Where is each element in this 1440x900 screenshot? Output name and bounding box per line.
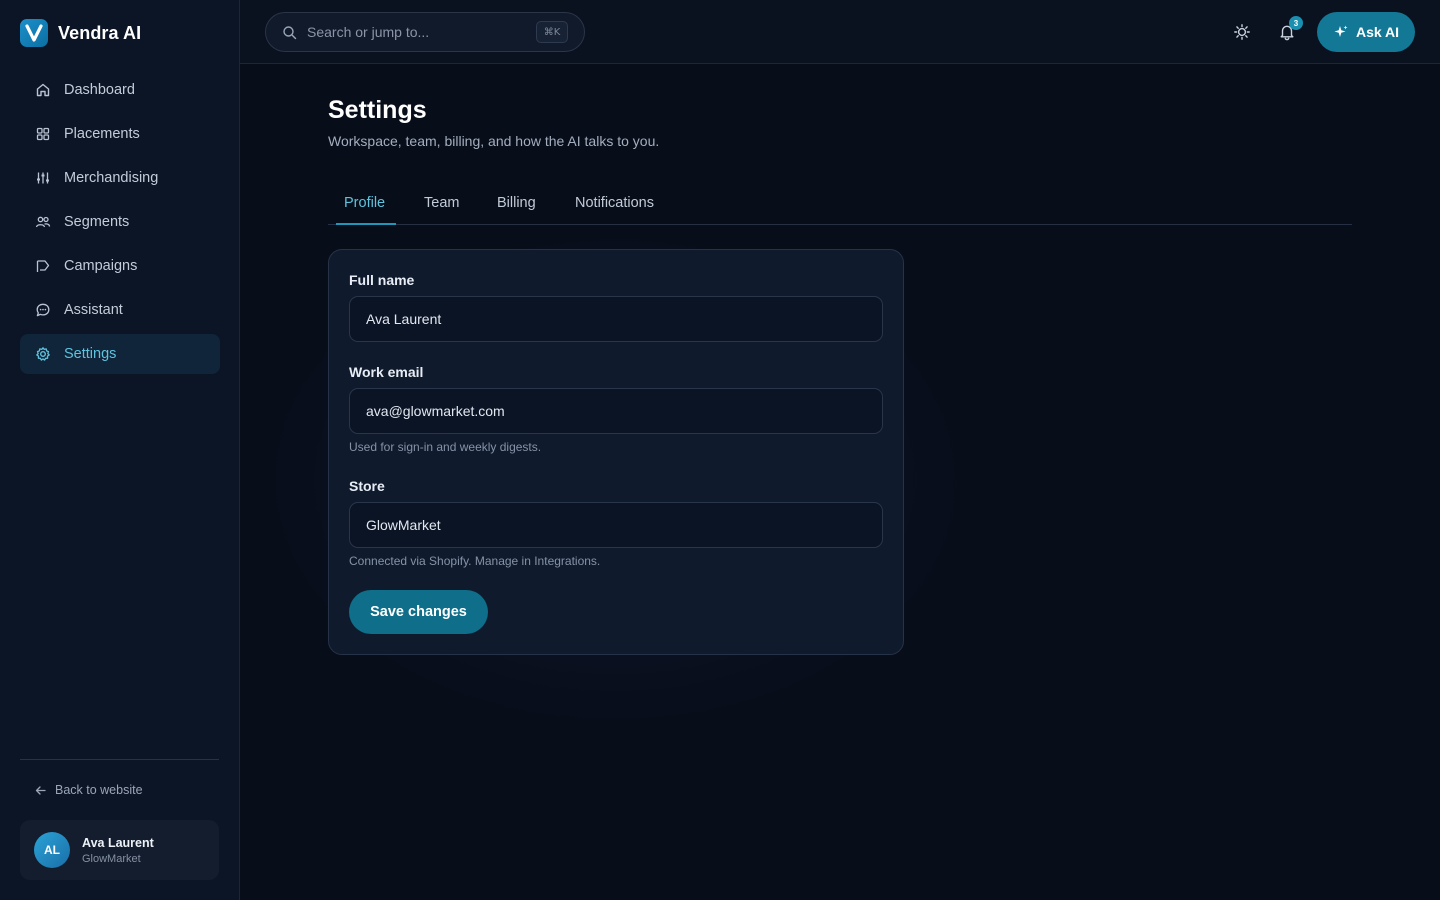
sidebar-item-label: Dashboard — [64, 82, 135, 98]
sidebar-item-assistant[interactable]: Assistant — [20, 290, 220, 330]
search-input[interactable]: Search or jump to... ⌘K — [265, 12, 585, 52]
arrow-left-icon — [34, 784, 47, 797]
work-email-help: Used for sign-in and weekly digests. — [349, 440, 542, 454]
sparkle-icon — [1333, 24, 1349, 40]
active-tab-indicator — [336, 223, 396, 225]
keyboard-shortcut-hint: ⌘K — [536, 21, 568, 43]
store-label: Store — [349, 478, 385, 494]
sidebar-item-label: Placements — [64, 126, 140, 142]
sidebar-item-campaigns[interactable]: Campaigns — [20, 246, 220, 286]
tab-team[interactable]: Team — [424, 186, 459, 225]
sidebar-item-segments[interactable]: Segments — [20, 202, 220, 242]
sun-icon — [1233, 23, 1251, 41]
sidebar-item-placements[interactable]: Placements — [20, 114, 220, 154]
tab-profile[interactable]: Profile — [344, 186, 385, 225]
ask-ai-button[interactable]: Ask AI — [1317, 12, 1415, 52]
topbar: Search or jump to... ⌘K 3 Ask AI — [240, 0, 1440, 64]
brand-logo-icon — [20, 19, 48, 47]
sidebar-item-merchandising[interactable]: Merchandising — [20, 158, 220, 198]
user-name: Ava Laurent — [82, 835, 154, 850]
user-store: GlowMarket — [82, 852, 141, 865]
sidebar-nav: Dashboard Placements Merchandising Segme… — [20, 70, 220, 378]
sidebar-item-dashboard[interactable]: Dashboard — [20, 70, 220, 110]
settings-tabs: Profile Team Billing Notifications — [328, 186, 1352, 225]
notification-count-badge: 3 — [1289, 16, 1303, 30]
full-name-label: Full name — [349, 272, 415, 288]
full-name-field[interactable]: Ava Laurent — [349, 296, 883, 342]
ask-ai-label: Ask AI — [1355, 24, 1400, 40]
notifications-button[interactable]: 3 — [1275, 16, 1303, 44]
sidebar-divider — [20, 759, 219, 760]
avatar: AL — [34, 832, 70, 868]
tab-billing[interactable]: Billing — [497, 186, 536, 225]
chat-icon — [34, 301, 52, 319]
sidebar-item-label: Merchandising — [64, 170, 159, 186]
sidebar-item-label: Assistant — [64, 302, 123, 318]
page-subtitle: Workspace, team, billing, and how the AI… — [328, 133, 660, 149]
page-title: Settings — [328, 96, 427, 124]
brand[interactable]: Vendra AI — [20, 19, 141, 47]
store-help: Connected via Shopify. Manage in Integra… — [349, 554, 601, 568]
gear-icon — [34, 345, 52, 363]
sidebar: Vendra AI Dashboard Placements Merchandi… — [0, 0, 240, 900]
save-changes-button[interactable]: Save changes — [349, 590, 488, 634]
brand-name: Vendra AI — [58, 22, 142, 43]
tab-notifications[interactable]: Notifications — [575, 186, 654, 225]
sidebar-item-label: Campaigns — [64, 258, 138, 274]
work-email-label: Work email — [349, 364, 424, 380]
search-placeholder: Search or jump to... — [307, 24, 430, 40]
home-icon — [34, 81, 52, 99]
user-card[interactable]: AL Ava Laurent GlowMarket — [20, 820, 219, 880]
store-field[interactable]: GlowMarket — [349, 502, 883, 548]
user-meta: Ava Laurent GlowMarket — [82, 836, 154, 865]
users-icon — [34, 213, 52, 231]
back-to-website-link[interactable]: Back to website — [34, 783, 143, 797]
search-icon — [282, 25, 297, 40]
sidebar-item-settings[interactable]: Settings — [20, 334, 220, 374]
sidebar-item-label: Segments — [64, 214, 130, 230]
theme-toggle-button[interactable] — [1230, 20, 1254, 44]
grid-icon — [34, 125, 52, 143]
work-email-field[interactable]: ava@glowmarket.com — [349, 388, 883, 434]
back-link-label: Back to website — [55, 783, 143, 797]
sidebar-item-label: Settings — [64, 346, 117, 362]
sliders-icon — [34, 169, 52, 187]
profile-form-card: Full name Ava Laurent Work email ava@glo… — [328, 249, 904, 655]
flag-icon — [34, 257, 52, 275]
